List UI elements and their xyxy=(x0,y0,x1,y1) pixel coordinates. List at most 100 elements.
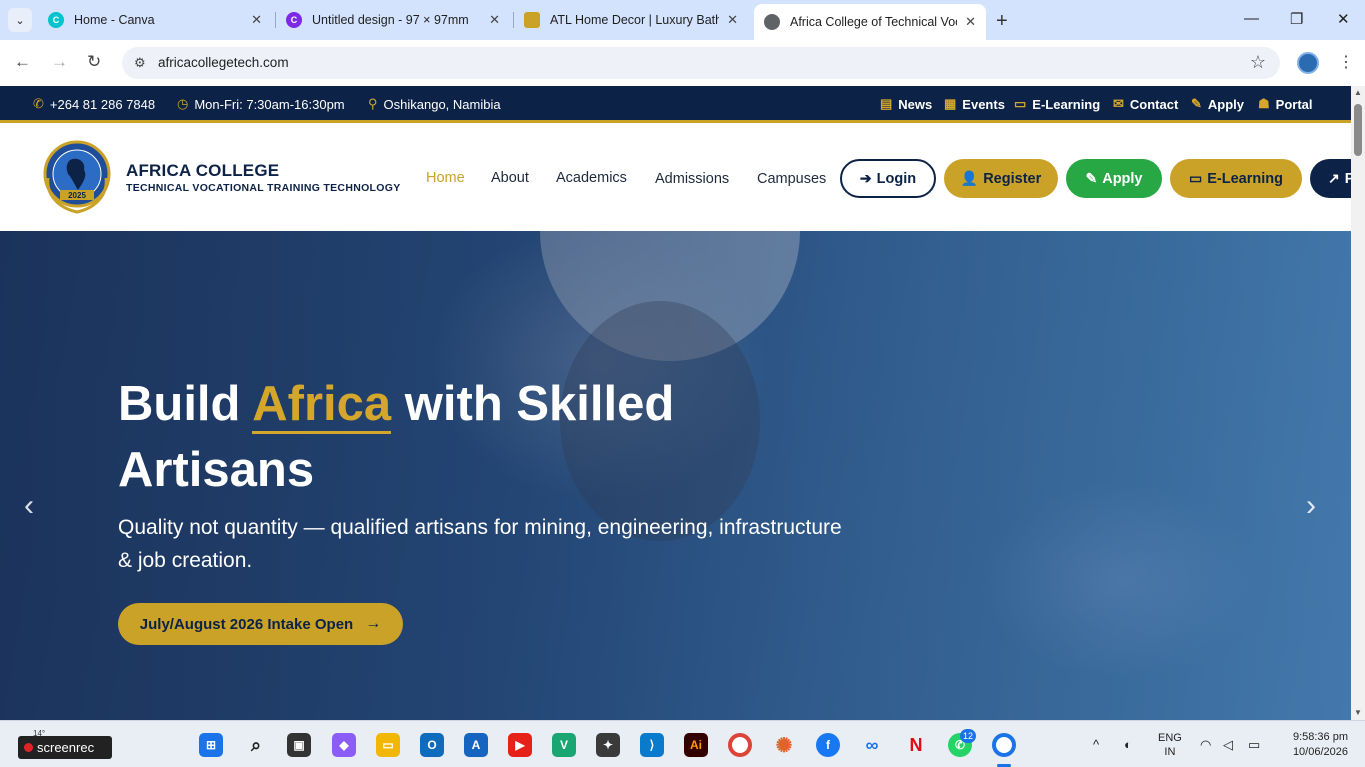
reload-icon[interactable]: ↻ xyxy=(87,52,101,72)
file-explorer-icon[interactable]: ▭ xyxy=(376,733,400,757)
screenrec-widget[interactable]: screenrec xyxy=(18,736,112,759)
slider-prev-icon[interactable]: ‹ xyxy=(24,489,34,523)
browser-tab-untitled-design[interactable]: C Untitled design - 97 × 97mm ✕ xyxy=(276,0,510,40)
url-text[interactable]: africacollegetech.com xyxy=(158,55,289,70)
arrow-right-icon: → xyxy=(365,615,382,632)
scroll-up-icon[interactable]: ▲ xyxy=(1354,88,1362,97)
chevron-up-icon[interactable]: ^ xyxy=(1093,737,1099,752)
windows-start-icon[interactable]: ⊞ xyxy=(199,733,223,757)
wifi-icon[interactable]: ◠ xyxy=(1200,737,1211,753)
nav-home[interactable]: Home xyxy=(426,170,465,186)
claude-icon[interactable]: ✺ xyxy=(772,733,796,757)
network-status-icon[interactable]: ◐ xyxy=(1124,737,1132,752)
topbar-link-elearning[interactable]: ▭ E-Learning xyxy=(1014,96,1100,112)
system-clock[interactable]: 9:58:36 pm 10/06/2026 xyxy=(1280,730,1348,760)
topbar-link-apply[interactable]: ✎ Apply xyxy=(1191,96,1244,112)
topbar-hours: ◷ Mon-Fri: 7:30am-16:30pm xyxy=(177,96,345,112)
main-navbar: 2025 AFRICA COLLEGE TECHNICAL VOCATIONAL… xyxy=(0,124,1351,231)
intake-open-button[interactable]: July/August 2026 Intake Open → xyxy=(118,603,403,645)
facebook-icon[interactable]: f xyxy=(816,733,840,757)
close-tab-icon[interactable]: ✕ xyxy=(965,14,976,30)
new-tab-button[interactable]: + xyxy=(996,10,1008,33)
page-scrollbar[interactable]: ▲ ▼ xyxy=(1351,86,1365,720)
college-logo[interactable]: 2025 xyxy=(42,138,112,216)
topbar-location: ⚲ Oshikango, Namibia xyxy=(368,96,501,112)
app-icon[interactable]: A xyxy=(464,733,488,757)
laptop-icon: ▭ xyxy=(1189,170,1203,186)
map-pin-icon: ⚲ xyxy=(368,96,378,111)
close-tab-icon[interactable]: ✕ xyxy=(727,12,738,28)
tab-search-button[interactable]: ⌄ xyxy=(8,8,32,32)
brand-subtitle: TECHNICAL VOCATIONAL TRAINING TECHNOLOGY xyxy=(126,182,401,194)
outlook-icon[interactable]: O xyxy=(420,733,444,757)
browser-menu-icon[interactable]: ⋮ xyxy=(1338,52,1354,72)
hero-slider: ‹ › Build Africa with Skilled Artisans Q… xyxy=(0,231,1351,720)
site-info-icon[interactable]: ⚙ xyxy=(134,55,146,71)
address-bar[interactable]: ⚙ africacollegetech.com ☆ xyxy=(122,47,1280,79)
browser-toolbar: ← → ↻ ⚙ africacollegetech.com ☆ ⋮ xyxy=(0,40,1365,86)
browser-tab-strip: ⌄ C Home - Canva ✕ C Untitled design - 9… xyxy=(0,0,1365,40)
envelope-icon: ✉ xyxy=(1113,96,1124,111)
restore-icon[interactable]: ❐ xyxy=(1290,10,1303,28)
hero-title: Build Africa with Skilled Artisans xyxy=(118,377,675,497)
browser-tab-canva-home[interactable]: C Home - Canva ✕ xyxy=(38,0,272,40)
hero-subtitle: Quality not quantity — qualified artisan… xyxy=(118,516,842,572)
calendar-icon: ▦ xyxy=(944,96,957,111)
netflix-icon[interactable]: N xyxy=(904,733,928,757)
hero-title-highlight: Africa xyxy=(252,377,392,434)
back-icon[interactable]: ← xyxy=(14,52,31,72)
nav-academics[interactable]: Academics xyxy=(556,170,627,186)
topbar-link-events[interactable]: ▦ Events xyxy=(944,96,1005,112)
profile-avatar[interactable] xyxy=(1297,52,1319,74)
chrome-profile-icon[interactable] xyxy=(992,733,1016,757)
edit-icon: ✎ xyxy=(1191,96,1202,111)
bookmark-star-icon[interactable]: ☆ xyxy=(1250,52,1266,73)
clock-icon: ◷ xyxy=(177,96,189,111)
vscode-icon[interactable]: ⟩ xyxy=(640,733,664,757)
scroll-down-icon[interactable]: ▼ xyxy=(1354,708,1362,717)
slider-next-icon[interactable]: › xyxy=(1306,489,1316,523)
register-button[interactable]: 👤 Register xyxy=(944,159,1058,198)
nav-about[interactable]: About xyxy=(491,170,529,186)
web-page: ✆ +264 81 286 7848 ◷ Mon-Fri: 7:30am-16:… xyxy=(0,86,1351,720)
browser-tab-africa-college[interactable]: Africa College of Technical Voca ✕ xyxy=(754,4,986,40)
chrome-icon[interactable] xyxy=(728,733,752,757)
battery-icon[interactable]: ▭ xyxy=(1248,737,1260,753)
topbar-phone[interactable]: ✆ +264 81 286 7848 xyxy=(33,96,155,112)
search-icon[interactable]: ⌕ xyxy=(244,733,268,757)
laptop-icon: ▭ xyxy=(1014,96,1027,111)
elearning-button[interactable]: ▭ E-Learning xyxy=(1170,159,1302,198)
close-tab-icon[interactable]: ✕ xyxy=(489,12,500,28)
nav-campuses[interactable]: Campuses xyxy=(757,171,826,187)
login-button[interactable]: ➔ Login xyxy=(840,159,936,198)
svg-text:2025: 2025 xyxy=(68,191,86,200)
language-indicator[interactable]: ENG IN xyxy=(1158,731,1182,759)
close-tab-icon[interactable]: ✕ xyxy=(251,12,262,28)
apply-button[interactable]: ✎ Apply xyxy=(1066,159,1162,198)
brand-name[interactable]: AFRICA COLLEGE xyxy=(126,161,279,181)
app-tool-icon[interactable]: ✦ xyxy=(596,733,620,757)
task-view-icon[interactable]: ▣ xyxy=(287,733,311,757)
scrollbar-thumb[interactable] xyxy=(1354,104,1362,156)
copilot-icon[interactable]: ◆ xyxy=(332,733,356,757)
phone-icon: ✆ xyxy=(33,96,44,111)
globe-icon xyxy=(764,14,780,30)
app-vs-icon[interactable]: V xyxy=(552,733,576,757)
illustrator-icon[interactable]: Ai xyxy=(684,733,708,757)
topbar-link-news[interactable]: ▤ News xyxy=(880,96,932,112)
topbar-link-portal[interactable]: ☗ Portal xyxy=(1258,96,1313,112)
newspaper-icon: ▤ xyxy=(880,96,893,111)
forward-icon[interactable]: → xyxy=(51,52,68,72)
topbar-link-contact[interactable]: ✉ Contact xyxy=(1113,96,1178,112)
nav-admissions[interactable]: Admissions xyxy=(655,171,729,187)
record-icon xyxy=(24,743,33,752)
browser-tab-atl-home-decor[interactable]: ATL Home Decor | Luxury Bathr ✕ xyxy=(514,0,748,40)
volume-icon[interactable]: ◁ xyxy=(1223,737,1233,753)
close-window-icon[interactable]: ✕ xyxy=(1337,10,1350,28)
youtube-icon[interactable]: ▶ xyxy=(508,733,532,757)
app-link-icon[interactable]: ∞ xyxy=(860,733,884,757)
sign-in-icon: ➔ xyxy=(859,170,872,186)
minimize-icon[interactable]: — xyxy=(1244,10,1259,27)
whatsapp-badge: 12 xyxy=(960,729,976,743)
portal-button[interactable]: ↗ P xyxy=(1310,159,1351,198)
